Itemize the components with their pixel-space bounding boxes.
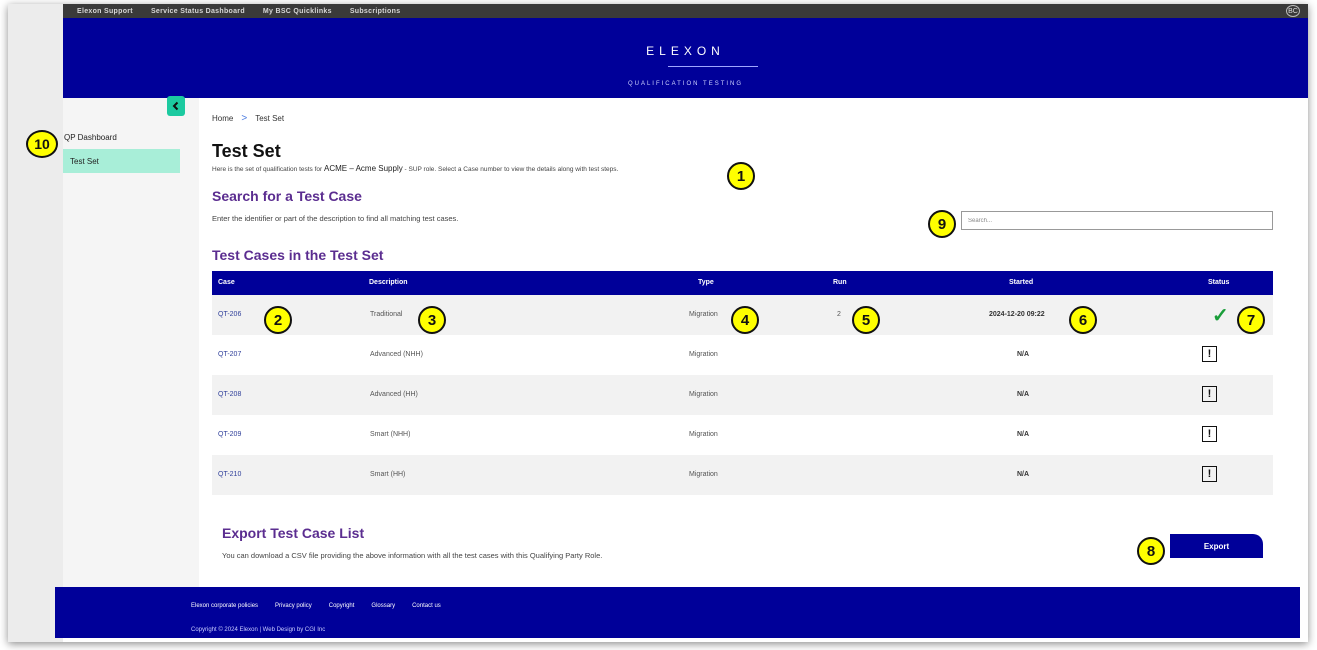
- page-intro: Here is the set of qualification tests f…: [212, 164, 618, 173]
- case-link[interactable]: QT-209: [218, 431, 241, 438]
- case-type: Migration: [689, 351, 718, 358]
- search-heading: Search for a Test Case: [212, 188, 362, 204]
- column-header-status: Status: [1208, 279, 1230, 286]
- search-description: Enter the identifier or part of the desc…: [212, 214, 459, 223]
- brand-logo[interactable]: ELEXON: [63, 44, 1308, 58]
- utility-link-support[interactable]: Elexon Support: [77, 8, 133, 15]
- case-type: Migration: [689, 431, 718, 438]
- callout-badge: 2: [264, 306, 292, 334]
- sidebar-item-qp-dashboard[interactable]: QP Dashboard: [64, 133, 117, 142]
- case-description: Advanced (HH): [370, 391, 418, 398]
- site-footer: Elexon corporate policies Privacy policy…: [55, 587, 1300, 638]
- case-type: Migration: [689, 391, 718, 398]
- utility-link-subscriptions[interactable]: Subscriptions: [350, 8, 401, 15]
- warning-icon: !: [1202, 466, 1217, 482]
- left-gutter: [8, 4, 63, 642]
- table-row: QT-207 Advanced (NHH) Migration N/A !: [212, 335, 1273, 375]
- callout-badge: 4: [731, 306, 759, 334]
- search-input[interactable]: [961, 211, 1273, 230]
- page-title: Test Set: [212, 141, 281, 161]
- case-description: Advanced (NHH): [370, 351, 423, 358]
- case-started: N/A: [1017, 471, 1030, 478]
- callout-badge: 5: [852, 306, 880, 334]
- footer-link-privacy[interactable]: Privacy policy: [275, 603, 312, 609]
- user-avatar[interactable]: BC: [1286, 5, 1300, 17]
- case-link[interactable]: QT-210: [218, 471, 241, 478]
- case-link[interactable]: QT-207: [218, 351, 241, 358]
- breadcrumb-home[interactable]: Home: [212, 114, 233, 123]
- column-header-type: Type: [698, 279, 714, 286]
- callout-badge: 8: [1137, 537, 1165, 565]
- sidebar-collapse-button[interactable]: [167, 96, 185, 116]
- column-header-description: Description: [369, 279, 408, 286]
- check-icon: ✓: [1212, 305, 1229, 327]
- case-link[interactable]: QT-208: [218, 391, 241, 398]
- case-started: N/A: [1017, 351, 1030, 358]
- column-header-run: Run: [833, 279, 847, 286]
- case-started: 2024-12-20 09:22: [989, 311, 1045, 318]
- table-row: QT-209 Smart (NHH) Migration N/A !: [212, 415, 1273, 455]
- callout-badge: 7: [1237, 306, 1265, 334]
- footer-link-glossary[interactable]: Glossary: [371, 603, 395, 609]
- case-description: Smart (HH): [370, 471, 406, 478]
- footer-links: Elexon corporate policies Privacy policy…: [191, 603, 441, 609]
- copyright-text: Copyright © 2024 Elexon | Web Design by …: [191, 627, 326, 633]
- case-started: N/A: [1017, 391, 1030, 398]
- column-header-started: Started: [1009, 279, 1034, 286]
- callout-badge: 1: [727, 162, 755, 190]
- test-cases-table: Case Description Type Run Started Status…: [212, 271, 1273, 495]
- callout-badge: 10: [26, 130, 58, 158]
- sidebar-item-test-set[interactable]: Test Set: [63, 149, 180, 173]
- export-heading: Export Test Case List: [222, 525, 365, 541]
- table-row: QT-208 Advanced (HH) Migration N/A !: [212, 375, 1273, 415]
- breadcrumb: Home > Test Set: [212, 113, 284, 124]
- export-button[interactable]: Export: [1170, 534, 1263, 558]
- chevron-right-icon: >: [241, 113, 248, 124]
- case-description: Traditional: [370, 311, 403, 318]
- callout-badge: 6: [1069, 306, 1097, 334]
- warning-icon: !: [1202, 426, 1217, 442]
- intro-before: Here is the set of qualification tests f…: [212, 166, 323, 173]
- brand-divider: [668, 66, 758, 67]
- table-header: Case Description Type Run Started Status: [212, 271, 1273, 295]
- utility-link-quicklinks[interactable]: My BSC Quicklinks: [263, 8, 332, 15]
- callout-badge: 9: [928, 210, 956, 238]
- callout-badge: 3: [418, 306, 446, 334]
- case-type: Migration: [689, 471, 718, 478]
- case-link[interactable]: QT-206: [218, 311, 241, 318]
- warning-icon: !: [1202, 346, 1217, 362]
- brand-subtitle: QUALIFICATION TESTING: [627, 81, 744, 87]
- test-cases-heading: Test Cases in the Test Set: [212, 247, 384, 263]
- case-description: Smart (NHH): [370, 431, 411, 438]
- table-row: QT-210 Smart (HH) Migration N/A !: [212, 455, 1273, 495]
- export-description: You can download a CSV file providing th…: [222, 551, 603, 560]
- breadcrumb-current: Test Set: [255, 114, 285, 123]
- utility-nav: Elexon Support Service Status Dashboard …: [63, 4, 1308, 18]
- case-started: N/A: [1017, 431, 1030, 438]
- footer-link-contact[interactable]: Contact us: [412, 603, 441, 609]
- qualifying-party-name: ACME – Acme Supply: [324, 164, 403, 173]
- chevron-left-icon: [172, 101, 179, 111]
- column-header-case: Case: [218, 279, 235, 286]
- case-run: 2: [837, 311, 841, 318]
- footer-link-copyright[interactable]: Copyright: [329, 603, 355, 609]
- utility-link-status[interactable]: Service Status Dashboard: [151, 8, 245, 15]
- warning-icon: !: [1202, 386, 1217, 402]
- intro-after: - SUP role. Select a Case number to view…: [404, 166, 619, 173]
- case-type: Migration: [689, 311, 718, 318]
- brand-header: ELEXON QUALIFICATION TESTING: [63, 18, 1308, 98]
- footer-link-policies[interactable]: Elexon corporate policies: [191, 603, 258, 609]
